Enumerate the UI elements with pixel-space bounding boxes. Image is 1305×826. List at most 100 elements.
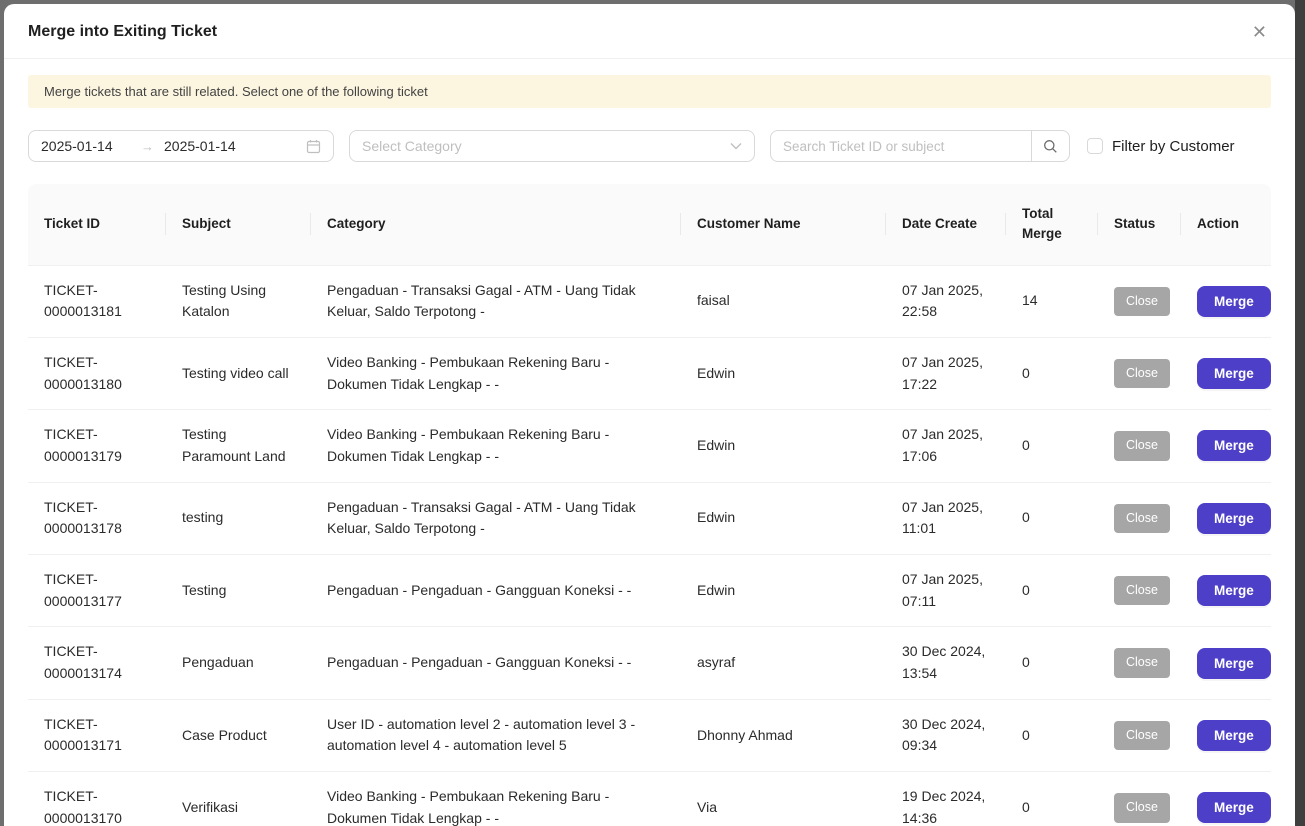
action-cell: Merge xyxy=(1181,410,1271,482)
status-badge: Close xyxy=(1114,721,1170,750)
status-cell: Close xyxy=(1098,337,1181,409)
table-row: TICKET-0000013178 testing Pengaduan - Tr… xyxy=(28,482,1271,554)
date-create-cell: 07 Jan 2025, 11:01 xyxy=(886,482,1006,554)
table-row: TICKET-0000013177 Testing Pengaduan - Pe… xyxy=(28,555,1271,627)
close-icon[interactable]: ✕ xyxy=(1248,21,1271,43)
ticket-id-cell: TICKET-0000013181 xyxy=(28,265,166,337)
customer-name-cell: Dhonny Ahmad xyxy=(681,699,886,771)
total-merge-cell: 0 xyxy=(1006,772,1098,826)
merge-button[interactable]: Merge xyxy=(1197,648,1271,679)
total-merge-cell: 14 xyxy=(1006,265,1098,337)
table-row: TICKET-0000013170 Verifikasi Video Banki… xyxy=(28,772,1271,826)
subject-cell: Testing video call xyxy=(166,337,311,409)
dimmed-page-background xyxy=(1295,0,1305,826)
action-cell: Merge xyxy=(1181,337,1271,409)
column-header-status: Status xyxy=(1098,184,1181,265)
ticket-id-cell: TICKET-0000013178 xyxy=(28,482,166,554)
status-cell: Close xyxy=(1098,555,1181,627)
status-badge: Close xyxy=(1114,504,1170,533)
status-badge: Close xyxy=(1114,793,1170,822)
notice-banner: Merge tickets that are still related. Se… xyxy=(28,75,1271,108)
customer-name-cell: Edwin xyxy=(681,482,886,554)
total-merge-cell: 0 xyxy=(1006,337,1098,409)
table-row: TICKET-0000013181 Testing Using Katalon … xyxy=(28,265,1271,337)
category-cell: Pengaduan - Pengaduan - Gangguan Koneksi… xyxy=(311,555,681,627)
modal-header: Merge into Exiting Ticket ✕ xyxy=(4,4,1295,59)
subject-cell: testing xyxy=(166,482,311,554)
filter-by-customer-label: Filter by Customer xyxy=(1112,138,1235,155)
action-cell: Merge xyxy=(1181,265,1271,337)
date-range-picker[interactable]: → xyxy=(28,130,334,162)
column-header-action: Action xyxy=(1181,184,1271,265)
total-merge-cell: 0 xyxy=(1006,482,1098,554)
merge-button[interactable]: Merge xyxy=(1197,286,1271,317)
customer-name-cell: Via xyxy=(681,772,886,826)
category-cell: Video Banking - Pembukaan Rekening Baru … xyxy=(311,337,681,409)
customer-name-cell: asyraf xyxy=(681,627,886,699)
category-cell: Video Banking - Pembukaan Rekening Baru … xyxy=(311,772,681,826)
date-create-cell: 19 Dec 2024, 14:36 xyxy=(886,772,1006,826)
search-input[interactable] xyxy=(771,139,1031,154)
column-header-total-merge: Total Merge xyxy=(1006,184,1098,265)
category-cell: Video Banking - Pembukaan Rekening Baru … xyxy=(311,410,681,482)
search-icon xyxy=(1043,139,1058,154)
category-cell: Pengaduan - Transaksi Gagal - ATM - Uang… xyxy=(311,265,681,337)
subject-cell: Testing Paramount Land xyxy=(166,410,311,482)
category-select[interactable]: Select Category xyxy=(349,130,755,162)
status-cell: Close xyxy=(1098,627,1181,699)
status-badge: Close xyxy=(1114,648,1170,677)
ticket-table: Ticket ID Subject Category Customer Name… xyxy=(28,184,1271,826)
date-create-cell: 07 Jan 2025, 17:06 xyxy=(886,410,1006,482)
ticket-id-cell: TICKET-0000013180 xyxy=(28,337,166,409)
date-create-cell: 07 Jan 2025, 07:11 xyxy=(886,555,1006,627)
filter-controls: → Select Category xyxy=(28,130,1271,162)
filter-by-customer-control[interactable]: Filter by Customer xyxy=(1087,138,1235,155)
category-cell: User ID - automation level 2 - automatio… xyxy=(311,699,681,771)
ticket-id-cell: TICKET-0000013179 xyxy=(28,410,166,482)
category-cell: Pengaduan - Pengaduan - Gangguan Koneksi… xyxy=(311,627,681,699)
status-badge: Close xyxy=(1114,287,1170,316)
merge-button[interactable]: Merge xyxy=(1197,430,1271,461)
status-cell: Close xyxy=(1098,699,1181,771)
column-header-subject: Subject xyxy=(166,184,311,265)
subject-cell: Testing xyxy=(166,555,311,627)
column-header-customer-name: Customer Name xyxy=(681,184,886,265)
table-row: TICKET-0000013179 Testing Paramount Land… xyxy=(28,410,1271,482)
status-cell: Close xyxy=(1098,410,1181,482)
ticket-id-cell: TICKET-0000013170 xyxy=(28,772,166,826)
customer-name-cell: Edwin xyxy=(681,555,886,627)
total-merge-cell: 0 xyxy=(1006,627,1098,699)
merge-button[interactable]: Merge xyxy=(1197,358,1271,389)
merge-button[interactable]: Merge xyxy=(1197,575,1271,606)
status-badge: Close xyxy=(1114,359,1170,388)
date-create-cell: 30 Dec 2024, 09:34 xyxy=(886,699,1006,771)
merge-button[interactable]: Merge xyxy=(1197,720,1271,751)
table-row: TICKET-0000013174 Pengaduan Pengaduan - … xyxy=(28,627,1271,699)
subject-cell: Pengaduan xyxy=(166,627,311,699)
customer-name-cell: faisal xyxy=(681,265,886,337)
date-create-cell: 07 Jan 2025, 22:58 xyxy=(886,265,1006,337)
status-badge: Close xyxy=(1114,431,1170,460)
search-box xyxy=(770,130,1070,162)
date-create-cell: 30 Dec 2024, 13:54 xyxy=(886,627,1006,699)
start-date-input[interactable] xyxy=(41,138,141,154)
status-cell: Close xyxy=(1098,772,1181,826)
date-create-cell: 07 Jan 2025, 17:22 xyxy=(886,337,1006,409)
merge-button[interactable]: Merge xyxy=(1197,503,1271,534)
status-badge: Close xyxy=(1114,576,1170,605)
subject-cell: Case Product xyxy=(166,699,311,771)
column-header-ticket-id: Ticket ID xyxy=(28,184,166,265)
subject-cell: Verifikasi xyxy=(166,772,311,826)
search-button[interactable] xyxy=(1031,131,1069,161)
end-date-input[interactable] xyxy=(164,138,260,154)
status-cell: Close xyxy=(1098,482,1181,554)
action-cell: Merge xyxy=(1181,699,1271,771)
table-header: Ticket ID Subject Category Customer Name… xyxy=(28,184,1271,265)
customer-name-cell: Edwin xyxy=(681,337,886,409)
calendar-icon xyxy=(306,139,321,154)
filter-by-customer-checkbox[interactable] xyxy=(1087,138,1103,154)
merge-button[interactable]: Merge xyxy=(1197,792,1271,823)
ticket-id-cell: TICKET-0000013177 xyxy=(28,555,166,627)
column-header-category: Category xyxy=(311,184,681,265)
total-merge-cell: 0 xyxy=(1006,555,1098,627)
